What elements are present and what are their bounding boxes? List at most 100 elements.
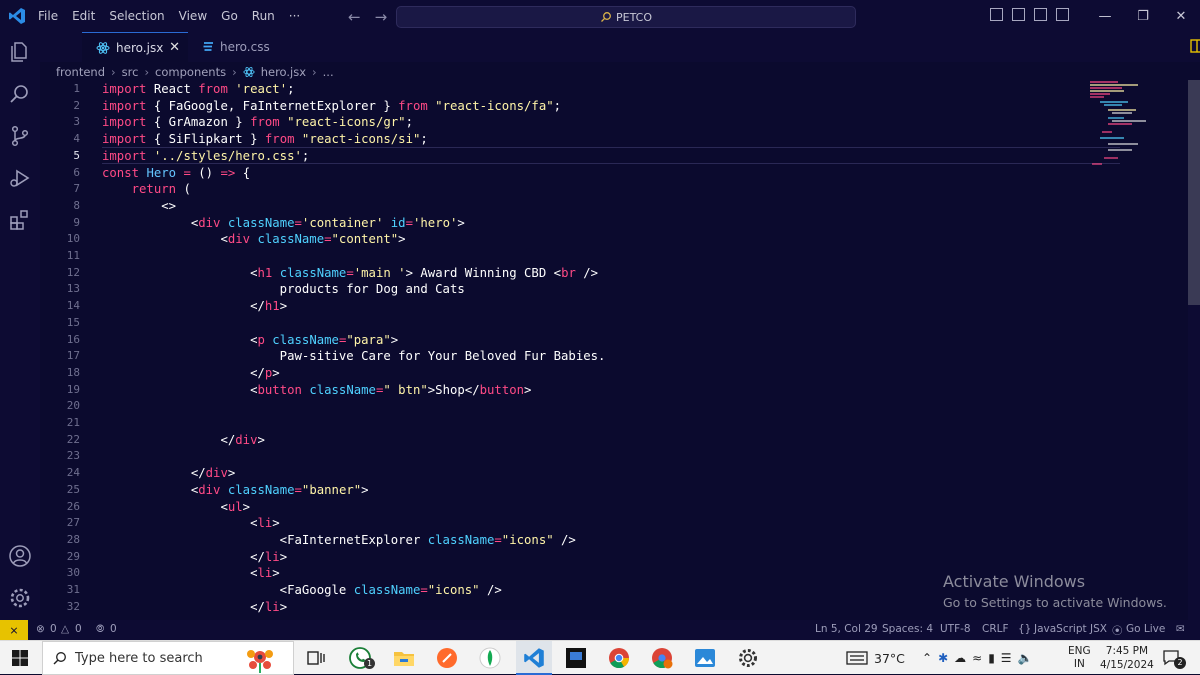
code-text: <h1 className='main '> Award Winning CBD… xyxy=(102,265,599,280)
windows-taskbar: Type here to search 1 37°C ⌃ ✱ ☁ ≈ ▮ ☰ 🔈… xyxy=(0,640,1200,675)
restore-icon[interactable]: ❐ xyxy=(1124,0,1162,32)
search-view-icon[interactable] xyxy=(8,82,32,106)
ports-icon[interactable]: ⦾ xyxy=(96,623,104,636)
language-top: ENG xyxy=(1068,645,1091,657)
chrome-icon[interactable] xyxy=(607,646,631,670)
tab-hero-css[interactable]: hero.css xyxy=(188,32,292,62)
language-indicator[interactable]: ENG IN xyxy=(1068,641,1091,675)
command-center-search[interactable]: PETCO xyxy=(396,6,856,28)
menu-selection[interactable]: Selection xyxy=(109,9,164,23)
close-window-icon[interactable]: ✕ xyxy=(1162,0,1200,32)
mongodb-compass-icon[interactable] xyxy=(478,646,502,670)
customize-layout-icon[interactable] xyxy=(1056,8,1069,21)
minimize-icon[interactable]: — xyxy=(1086,0,1124,32)
breadcrumb-components[interactable]: components xyxy=(155,65,226,79)
line-ending[interactable]: CRLF xyxy=(982,623,1009,635)
css-file-icon xyxy=(203,42,213,51)
run-debug-icon[interactable] xyxy=(8,166,32,190)
toggle-primary-sidebar-icon[interactable] xyxy=(990,8,1003,21)
windows-start-icon[interactable] xyxy=(12,650,28,666)
language-mode[interactable]: JavaScript JSX xyxy=(1034,623,1107,635)
vertical-scrollbar[interactable] xyxy=(1188,80,1200,620)
code-text: return ( xyxy=(131,182,191,197)
back-arrow-icon[interactable]: ← xyxy=(348,8,361,26)
menu-run[interactable]: Run xyxy=(252,9,275,23)
split-editor-icon[interactable] xyxy=(1190,39,1200,53)
line-number: 5 xyxy=(73,148,80,162)
tab-label: hero.jsx xyxy=(116,40,164,55)
menu-file[interactable]: File xyxy=(38,9,58,23)
code-editor[interactable]: 1 import React from 'react'; 2 import { FaG… xyxy=(40,80,1188,620)
code-text: </div> xyxy=(102,432,265,447)
screen-recorder-icon[interactable] xyxy=(564,646,588,670)
breadcrumb-frontend[interactable]: frontend xyxy=(56,65,105,79)
whatsapp-icon[interactable]: 1 xyxy=(348,646,375,670)
minimap[interactable] xyxy=(1088,80,1158,170)
menu-go[interactable]: Go xyxy=(221,9,238,23)
code-text: <div className="content"> xyxy=(102,232,406,247)
warning-icon[interactable]: △ xyxy=(61,623,69,635)
code-text: import { SiFlipkart } from "react-icons/… xyxy=(102,132,428,147)
extensions-icon[interactable] xyxy=(8,208,32,232)
line-number: 28 xyxy=(66,532,80,546)
breadcrumb-symbol[interactable]: ... xyxy=(323,65,334,79)
menu-view[interactable]: View xyxy=(179,9,207,23)
breadcrumb-src[interactable]: src xyxy=(122,65,139,79)
menu-edit[interactable]: Edit xyxy=(72,9,95,23)
indentation[interactable]: Spaces: 4 xyxy=(882,623,933,635)
explorer-icon[interactable] xyxy=(8,40,32,64)
search-placeholder: Type here to search xyxy=(75,650,203,666)
errors-icon[interactable]: ⊗ xyxy=(36,623,45,635)
code-text: </li> xyxy=(102,549,288,564)
network-icon[interactable]: ☰ xyxy=(1001,651,1012,665)
breadcrumb-file[interactable]: hero.jsx xyxy=(261,65,306,79)
battery-icon[interactable]: ▮ xyxy=(988,651,995,665)
chrome-profile-icon[interactable] xyxy=(650,646,674,670)
volume-icon[interactable]: 🔈 xyxy=(1018,651,1033,665)
line-number: 21 xyxy=(66,416,80,429)
orange-app-icon[interactable] xyxy=(435,646,459,670)
task-view-icon[interactable] xyxy=(304,646,328,670)
settings-gear-icon[interactable] xyxy=(8,586,32,610)
source-control-icon[interactable] xyxy=(8,124,32,148)
vscode-taskbar-button[interactable] xyxy=(516,641,552,675)
code-text: Paw-sitive Care for Your Beloved Fur Bab… xyxy=(102,349,606,364)
remote-indicator-icon[interactable]: ⨯ xyxy=(0,620,28,640)
accounts-icon[interactable] xyxy=(8,544,32,568)
menu-more[interactable]: ··· xyxy=(289,9,300,23)
scrollbar-thumb[interactable] xyxy=(1188,80,1200,305)
clock[interactable]: 7:45 PM 4/15/2024 xyxy=(1100,641,1154,675)
nav-arrows: ← → xyxy=(348,8,387,26)
encoding[interactable]: UTF-8 xyxy=(940,623,971,635)
notification-center[interactable]: 2 xyxy=(1162,641,1186,675)
chevron-up-icon[interactable]: ⌃ xyxy=(922,651,932,665)
code-text: <div className="banner"> xyxy=(102,482,369,497)
toggle-secondary-sidebar-icon[interactable] xyxy=(1034,8,1047,21)
bluetooth-icon[interactable]: ✱ xyxy=(938,651,948,665)
onedrive-icon[interactable]: ☁ xyxy=(954,651,966,665)
flower-doodle-icon xyxy=(247,650,273,673)
line-number: 14 xyxy=(66,299,80,313)
settings-icon[interactable] xyxy=(736,646,760,670)
code-text: </div> xyxy=(102,466,236,481)
toggle-panel-icon[interactable] xyxy=(1012,8,1025,21)
editor-tabs: hero.jsx ✕ hero.css xyxy=(40,32,1200,62)
line-number: 2 xyxy=(73,98,80,112)
notifications-bell-icon[interactable]: ✉ xyxy=(1176,623,1185,635)
clock-time: 7:45 PM xyxy=(1105,645,1149,657)
weather-widget[interactable]: 37°C xyxy=(846,641,905,675)
tab-hero-jsx[interactable]: hero.jsx ✕ xyxy=(82,32,188,62)
wifi-icon[interactable]: ≈ xyxy=(972,651,982,665)
line-number: 1 xyxy=(73,82,80,95)
photos-icon[interactable] xyxy=(693,646,717,670)
ports-count[interactable]: 0 xyxy=(110,623,117,635)
line-number: 32 xyxy=(66,599,80,613)
file-explorer-icon[interactable] xyxy=(392,646,416,670)
cursor-position[interactable]: Ln 5, Col 29 xyxy=(815,623,878,635)
close-tab-icon[interactable]: ✕ xyxy=(169,40,180,55)
error-count[interactable]: 0 xyxy=(50,623,57,635)
forward-arrow-icon[interactable]: → xyxy=(375,8,388,26)
go-live-button[interactable]: Go Live xyxy=(1126,623,1165,635)
warning-count[interactable]: 0 xyxy=(75,623,82,635)
taskbar-search-box[interactable]: Type here to search xyxy=(42,641,294,675)
